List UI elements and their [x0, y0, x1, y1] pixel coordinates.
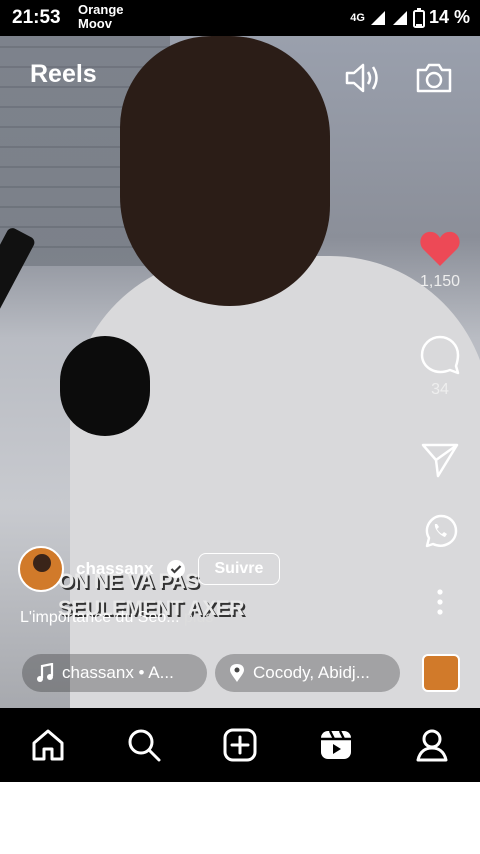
caption-text: L'importance du Seo...: [20, 609, 180, 626]
comment-icon: [420, 335, 460, 375]
reels-icon[interactable]: [318, 727, 354, 763]
share-button[interactable]: [418, 440, 462, 485]
video-mic-arm: [0, 226, 37, 576]
caption-more[interactable]: plus: [184, 609, 213, 626]
carrier-line2: Moov: [78, 16, 112, 31]
like-count: 1,150: [419, 273, 461, 290]
carrier-line1: Orange: [78, 2, 124, 17]
author-row: chassanx Suivre: [18, 546, 281, 592]
follow-button[interactable]: Suivre: [197, 553, 281, 585]
home-icon[interactable]: [30, 727, 66, 763]
video-microphone: [60, 336, 150, 436]
author-username[interactable]: chassanx: [76, 559, 154, 579]
comment-count: 34: [431, 381, 449, 398]
battery-percentage: 14 %: [428, 7, 470, 27]
whatsapp-icon: [425, 514, 458, 548]
bottom-nav: [0, 708, 480, 782]
signal-icon-2: [392, 10, 407, 25]
location-label: Cocody, Abidj...: [253, 663, 370, 682]
search-icon[interactable]: [126, 727, 162, 763]
audio-pill[interactable]: chassanx • A...: [22, 654, 207, 692]
music-note-icon: [37, 663, 54, 682]
carrier-name: Orange Moov: [78, 3, 124, 31]
audio-thumbnail[interactable]: [422, 654, 460, 692]
speaker-icon[interactable]: [343, 58, 383, 98]
signal-icon: [370, 10, 385, 25]
network-type: 4G: [350, 11, 365, 24]
heart-icon: [420, 231, 460, 266]
share-icon: [421, 443, 459, 478]
like-button[interactable]: 1,150: [418, 230, 462, 291]
audio-label: chassanx • A...: [62, 663, 174, 682]
comment-button[interactable]: 34: [418, 334, 462, 399]
whatsapp-button[interactable]: [418, 512, 462, 555]
camera-icon[interactable]: [414, 58, 454, 98]
profile-icon[interactable]: [414, 727, 450, 763]
status-time: 21:53: [12, 7, 61, 28]
more-icon: [437, 589, 443, 615]
location-pill[interactable]: Cocody, Abidj...: [215, 654, 400, 692]
battery-icon: [412, 7, 425, 28]
create-icon[interactable]: [222, 727, 258, 763]
location-pin-icon: [230, 664, 244, 682]
page-title: Reels: [30, 60, 97, 88]
verified-badge-icon: [166, 560, 185, 578]
status-bar: 21:53 Orange Moov 4G 14 %: [0, 0, 480, 36]
more-options-button[interactable]: [418, 588, 462, 621]
video-subject-head: [120, 36, 330, 306]
avatar[interactable]: [18, 546, 64, 592]
status-icons: 4G 14 %: [350, 7, 470, 28]
caption[interactable]: L'importance du Seo... plus: [20, 609, 213, 627]
